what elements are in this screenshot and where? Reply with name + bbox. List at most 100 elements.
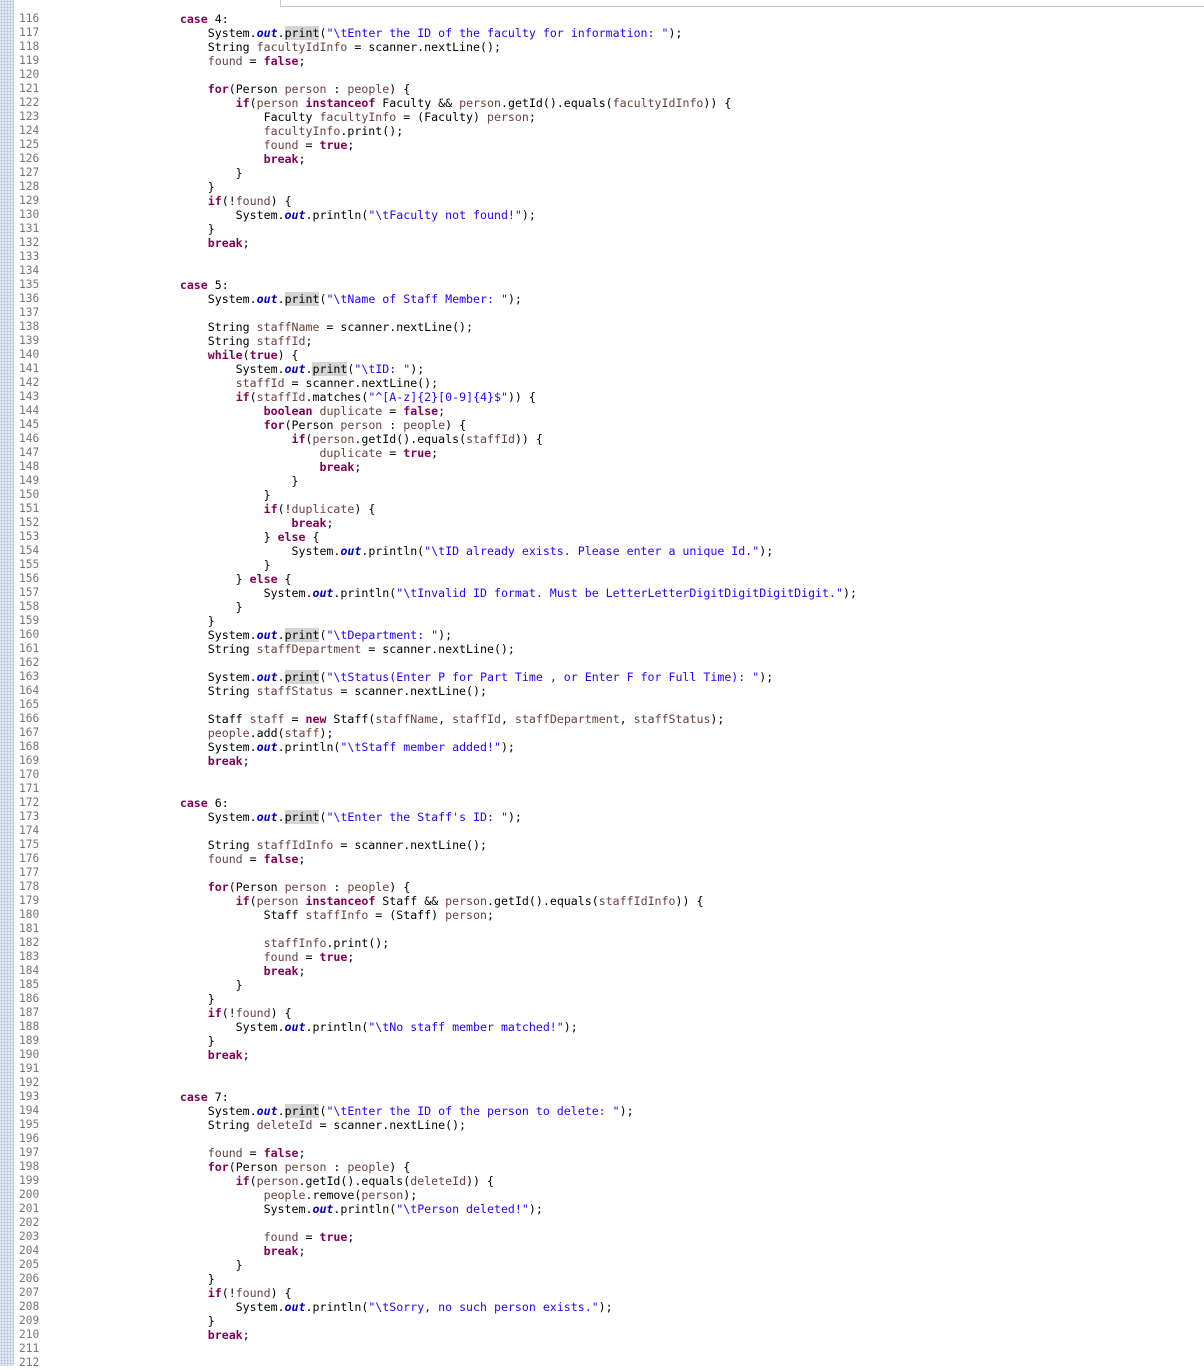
code-line[interactable]: 134 <box>0 264 1204 278</box>
code-text[interactable]: } <box>124 614 215 628</box>
code-text[interactable]: for(Person person : people) { <box>124 418 466 432</box>
code-line[interactable]: 184 break; <box>0 964 1204 978</box>
code-line[interactable]: 130 System.out.println("\tFaculty not fo… <box>0 208 1204 222</box>
code-text[interactable]: System.out.println("\tNo staff member ma… <box>124 1020 578 1034</box>
code-text[interactable]: } <box>124 180 215 194</box>
code-line[interactable]: 121 for(Person person : people) { <box>0 82 1204 96</box>
code-text[interactable]: if(!found) { <box>124 1286 292 1300</box>
code-line[interactable]: 209 } <box>0 1314 1204 1328</box>
code-line[interactable]: 141 System.out.print("\tID: "); <box>0 362 1204 376</box>
code-text[interactable]: } <box>124 1034 215 1048</box>
code-text[interactable]: break; <box>124 754 250 768</box>
code-line[interactable]: 119 found = false; <box>0 54 1204 68</box>
code-text[interactable]: duplicate = true; <box>124 446 438 460</box>
code-line[interactable]: 149 } <box>0 474 1204 488</box>
code-text[interactable]: System.out.print("\tEnter the ID of the … <box>124 26 682 40</box>
code-line[interactable]: 125 found = true; <box>0 138 1204 152</box>
code-line[interactable]: 177 <box>0 866 1204 880</box>
code-line[interactable]: 116 case 4: <box>0 12 1204 26</box>
code-text[interactable]: System.out.print("\tEnter the Staff's ID… <box>124 810 522 824</box>
code-line[interactable]: 155 } <box>0 558 1204 572</box>
code-line[interactable]: 180 Staff staffInfo = (Staff) person; <box>0 908 1204 922</box>
code-text[interactable]: System.out.print("\tStatus(Enter P for P… <box>124 670 773 684</box>
code-text[interactable]: people.add(staff); <box>124 726 334 740</box>
code-line[interactable]: 188 System.out.println("\tNo staff membe… <box>0 1020 1204 1034</box>
code-text[interactable]: System.out.println("\tInvalid ID format.… <box>124 586 857 600</box>
code-line[interactable]: 205 } <box>0 1258 1204 1272</box>
code-text[interactable]: System.out.println("\tSorry, no such per… <box>124 1300 613 1314</box>
code-text[interactable]: System.out.println("\tPerson deleted!"); <box>124 1202 543 1216</box>
code-text[interactable]: break; <box>124 1048 250 1062</box>
code-text[interactable]: if(person.getId().equals(staffId)) { <box>124 432 543 446</box>
code-line[interactable]: 148 break; <box>0 460 1204 474</box>
code-text[interactable]: found = true; <box>124 950 355 964</box>
code-text[interactable]: while(true) { <box>124 348 299 362</box>
code-line[interactable]: 197 found = false; <box>0 1146 1204 1160</box>
code-line[interactable]: 173 System.out.print("\tEnter the Staff'… <box>0 810 1204 824</box>
code-line[interactable]: 185 } <box>0 978 1204 992</box>
code-text[interactable]: if(staffId.matches("^[A-z]{2}[0-9]{4}$")… <box>124 390 536 404</box>
code-text[interactable]: System.out.print("\tName of Staff Member… <box>124 292 522 306</box>
code-line[interactable]: 158 } <box>0 600 1204 614</box>
code-text[interactable]: System.out.print("\tEnter the ID of the … <box>124 1104 634 1118</box>
code-line[interactable]: 143 if(staffId.matches("^[A-z]{2}[0-9]{4… <box>0 390 1204 404</box>
code-text[interactable]: } <box>124 978 243 992</box>
code-text[interactable]: } <box>124 1258 243 1272</box>
code-text[interactable]: String staffName = scanner.nextLine(); <box>124 320 473 334</box>
code-text[interactable]: } <box>124 474 299 488</box>
code-line[interactable]: 146 if(person.getId().equals(staffId)) { <box>0 432 1204 446</box>
code-text[interactable]: String staffStatus = scanner.nextLine(); <box>124 684 487 698</box>
code-line[interactable]: 166 Staff staff = new Staff(staffName, s… <box>0 712 1204 726</box>
code-line[interactable]: 122 if(person instanceof Faculty && pers… <box>0 96 1204 110</box>
code-text[interactable]: Faculty facultyInfo = (Faculty) person; <box>124 110 536 124</box>
code-text[interactable]: found = true; <box>124 1230 355 1244</box>
code-line[interactable]: 191 <box>0 1062 1204 1076</box>
code-line[interactable]: 196 <box>0 1132 1204 1146</box>
code-text[interactable]: case 5: <box>124 278 229 292</box>
code-text[interactable]: break; <box>124 460 361 474</box>
code-line[interactable]: 211 <box>0 1342 1204 1356</box>
code-text[interactable]: Staff staffInfo = (Staff) person; <box>124 908 494 922</box>
code-text[interactable]: if(person instanceof Staff && person.get… <box>124 894 704 908</box>
code-line[interactable]: 127 } <box>0 166 1204 180</box>
code-line[interactable]: 179 if(person instanceof Staff && person… <box>0 894 1204 908</box>
code-text[interactable]: String staffDepartment = scanner.nextLin… <box>124 642 515 656</box>
code-text[interactable]: for(Person person : people) { <box>124 1160 410 1174</box>
code-line[interactable]: 198 for(Person person : people) { <box>0 1160 1204 1174</box>
code-line[interactable]: 206 } <box>0 1272 1204 1286</box>
code-text[interactable]: System.out.print("\tDepartment: "); <box>124 628 452 642</box>
code-line[interactable]: 133 <box>0 250 1204 264</box>
code-text[interactable]: } <box>124 992 215 1006</box>
code-text[interactable]: } <box>124 222 215 236</box>
code-line[interactable]: 182 staffInfo.print(); <box>0 936 1204 950</box>
code-line[interactable]: 139 String staffId; <box>0 334 1204 348</box>
code-line[interactable]: 136 System.out.print("\tName of Staff Me… <box>0 292 1204 306</box>
code-line[interactable]: 176 found = false; <box>0 852 1204 866</box>
code-line[interactable]: 161 String staffDepartment = scanner.nex… <box>0 642 1204 656</box>
code-line[interactable]: 175 String staffIdInfo = scanner.nextLin… <box>0 838 1204 852</box>
code-text[interactable]: } <box>124 558 271 572</box>
code-text[interactable]: System.out.print("\tID: "); <box>124 362 424 376</box>
code-text[interactable]: break; <box>124 1328 250 1342</box>
code-text[interactable]: break; <box>124 152 306 166</box>
code-text[interactable]: String staffId; <box>124 334 313 348</box>
code-line[interactable]: 131 } <box>0 222 1204 236</box>
code-line[interactable]: 120 <box>0 68 1204 82</box>
code-line[interactable]: 171 <box>0 782 1204 796</box>
code-line[interactable]: 201 System.out.println("\tPerson deleted… <box>0 1202 1204 1216</box>
code-line[interactable]: 204 break; <box>0 1244 1204 1258</box>
code-line[interactable]: 135 case 5: <box>0 278 1204 292</box>
code-line[interactable]: 156 } else { <box>0 572 1204 586</box>
code-line[interactable]: 151 if(!duplicate) { <box>0 502 1204 516</box>
code-text[interactable]: for(Person person : people) { <box>124 880 410 894</box>
code-line[interactable]: 210 break; <box>0 1328 1204 1342</box>
code-text[interactable]: people.remove(person); <box>124 1188 418 1202</box>
code-line[interactable]: 129 if(!found) { <box>0 194 1204 208</box>
code-line[interactable]: 170 <box>0 768 1204 782</box>
code-text[interactable]: break; <box>124 964 306 978</box>
code-line[interactable]: 157 System.out.println("\tInvalid ID for… <box>0 586 1204 600</box>
code-line[interactable]: 132 break; <box>0 236 1204 250</box>
code-text[interactable]: boolean duplicate = false; <box>124 404 446 418</box>
code-text[interactable]: } <box>124 488 271 502</box>
code-line[interactable]: 181 <box>0 922 1204 936</box>
